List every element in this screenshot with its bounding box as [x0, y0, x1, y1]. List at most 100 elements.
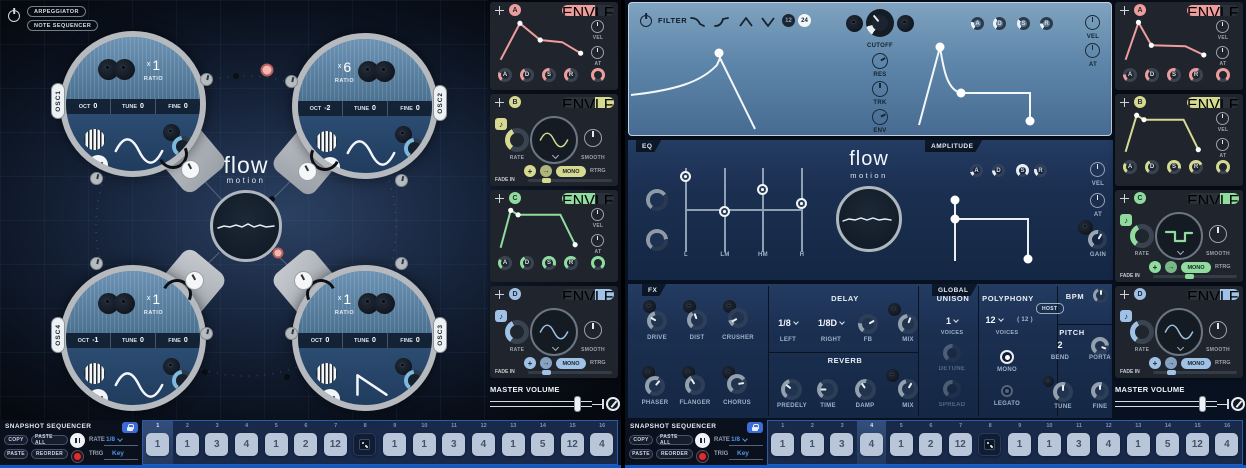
eq-band-hm-handle[interactable] [757, 184, 768, 195]
porta-knob[interactable] [1091, 337, 1109, 355]
env-curve-knob[interactable] [1216, 160, 1230, 174]
slope-12db-button[interactable]: 12 [782, 14, 795, 27]
chevron-down-icon[interactable] [134, 174, 144, 177]
lfo-wave-display[interactable] [1155, 308, 1203, 356]
osc-fine-field[interactable]: FINE0 [155, 99, 200, 114]
pause-button[interactable] [70, 433, 85, 448]
chorus-knob[interactable] [727, 374, 747, 394]
paste-button[interactable]: PASTE [4, 449, 28, 459]
step-cell[interactable]: 1 [176, 433, 199, 456]
filter-env-amount-knob[interactable] [869, 106, 890, 127]
step-cell[interactable]: 5 [1156, 433, 1179, 456]
smooth-knob[interactable] [1209, 225, 1227, 243]
smooth-knob[interactable] [584, 129, 602, 147]
env-curve-knob[interactable] [1216, 68, 1230, 82]
amp-envelope-display[interactable] [935, 185, 1070, 270]
pm-mode-button[interactable]: PM [320, 389, 340, 409]
velocity-knob[interactable] [1216, 112, 1229, 125]
step-column-16[interactable]: 164 [587, 421, 617, 464]
reorder-button[interactable]: REORDER [31, 449, 68, 459]
env-toggle-option[interactable]: ENV [562, 97, 595, 108]
osc-arm-knob[interactable] [185, 271, 204, 290]
env-decay-knob[interactable]: D [520, 256, 534, 270]
move-icon[interactable] [495, 290, 504, 299]
lfo-wave-display[interactable] [530, 308, 578, 356]
velocity-knob[interactable] [591, 20, 604, 33]
osc-oct-field[interactable]: OCT-2 [298, 101, 342, 116]
move-icon[interactable] [495, 194, 504, 203]
rate-knob[interactable] [505, 320, 529, 344]
step-column-12[interactable]: 124 [469, 421, 499, 464]
chevron-down-icon[interactable] [1177, 248, 1184, 255]
lfo-wave-display[interactable] [1155, 212, 1203, 260]
step-column-1[interactable]: 11 [143, 421, 173, 464]
copy-button[interactable]: COPY [4, 435, 28, 445]
cutoff-mod-knob-left[interactable] [846, 15, 863, 32]
osc-edge-knob[interactable] [395, 174, 408, 187]
mod-knob[interactable] [114, 293, 135, 314]
velocity-knob[interactable] [1216, 20, 1229, 33]
env-sustain-knob[interactable]: S [1167, 68, 1181, 82]
eq-high-gain-knob[interactable] [646, 229, 668, 251]
mono-toggle[interactable]: MONO [1181, 358, 1211, 369]
add-mod-button[interactable]: + [1149, 357, 1161, 369]
fx-tab[interactable]: FX [642, 284, 666, 296]
lfo-toggle-option[interactable]: LFO [595, 289, 614, 300]
osc-waveform-icon[interactable] [342, 135, 400, 171]
osc-tune-field[interactable]: TUNE0 [110, 99, 155, 114]
feedback-knob[interactable] [172, 370, 193, 391]
step-cell[interactable]: 1 [1038, 433, 1061, 456]
step-cell[interactable]: 12 [949, 433, 972, 456]
note-sequencer-button[interactable]: NOTE SEQUENCER [27, 20, 98, 31]
step-cell[interactable]: 12 [324, 433, 347, 456]
filter-power-icon[interactable] [640, 15, 652, 27]
env-decay-knob[interactable]: D [1145, 160, 1159, 174]
lfo-toggle-option[interactable]: LFO [595, 5, 614, 16]
osc-edge-knob[interactable] [90, 257, 103, 270]
aftertouch-knob[interactable] [1216, 138, 1229, 151]
eq-band-l-handle[interactable] [680, 171, 691, 182]
move-icon[interactable] [1120, 98, 1129, 107]
envelope-display[interactable] [1121, 110, 1213, 156]
filter-response-display[interactable] [631, 35, 783, 133]
reverb-mix-mod-knob[interactable] [886, 369, 899, 382]
env-decay-knob[interactable]: D [1145, 68, 1159, 82]
chevron-down-icon[interactable] [134, 408, 144, 411]
osc-arm-knob[interactable] [298, 162, 317, 181]
tune-knob[interactable] [1053, 382, 1073, 402]
step-cell[interactable]: 3 [205, 433, 228, 456]
step-column-15[interactable]: 1512 [558, 421, 588, 464]
unison-voices-dropdown[interactable]: 1 [932, 316, 972, 326]
step-cell[interactable]: 1 [502, 433, 525, 456]
env-toggle-option[interactable]: ENV [562, 193, 595, 204]
rate-knob[interactable] [505, 128, 529, 152]
phaser-knob[interactable] [645, 376, 665, 396]
step-column-1[interactable]: 11 [768, 421, 798, 464]
amp-aftertouch-knob[interactable] [1090, 193, 1105, 208]
chevron-down-icon[interactable] [552, 152, 559, 159]
env-lfo-toggle[interactable]: ENVLFO [562, 289, 614, 300]
osc-arm-knob[interactable] [294, 271, 313, 290]
osc-fine-field[interactable]: FINE0 [387, 101, 432, 116]
step-cell[interactable]: 2 [294, 433, 317, 456]
env-release-knob[interactable]: R [1189, 160, 1203, 174]
lfo-toggle-option[interactable]: LFO [595, 193, 614, 204]
step-cell[interactable]: 12 [1186, 433, 1209, 456]
osc-tune-field[interactable]: TUNE0 [110, 333, 155, 348]
feedback-knob[interactable] [404, 370, 425, 391]
mod-slot-badge[interactable]: D [1134, 288, 1146, 300]
osc-edge-knob[interactable] [90, 172, 103, 185]
step-cell[interactable]: 5 [531, 433, 554, 456]
fade-in-slider[interactable] [1153, 371, 1237, 374]
send-mod-button[interactable]: → [540, 165, 552, 177]
step-cell[interactable]: 12 [561, 433, 584, 456]
step-cell[interactable]: 1 [1127, 433, 1150, 456]
fine-knob[interactable] [1091, 382, 1109, 400]
step-cell[interactable]: 1 [1008, 433, 1031, 456]
unison-spread-knob[interactable] [943, 380, 961, 398]
global-tab[interactable]: GLOBAL [932, 284, 977, 296]
move-icon[interactable] [1120, 194, 1129, 203]
amp-decay-knob[interactable]: D [992, 164, 1005, 177]
soft-clip-icon[interactable] [1231, 397, 1245, 411]
slope-24db-button[interactable]: 24 [798, 14, 811, 27]
